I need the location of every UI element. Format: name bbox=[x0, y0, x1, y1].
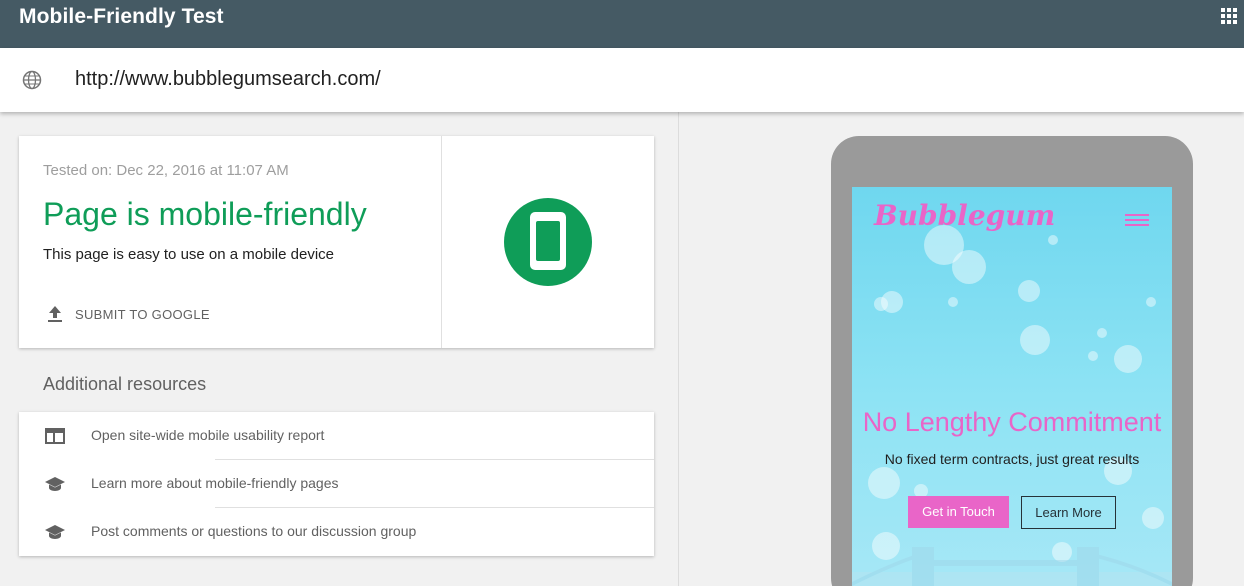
url-input[interactable]: http://www.bubblegumsearch.com/ bbox=[75, 68, 381, 91]
resources-list: Open site-wide mobile usability report L… bbox=[19, 412, 654, 556]
card-divider bbox=[441, 136, 442, 348]
school-icon bbox=[45, 477, 65, 491]
page-screenshot: Bubblegum No Lengthy Commitment No fixed… bbox=[852, 187, 1172, 586]
url-bar: http://www.bubblegumsearch.com/ bbox=[0, 48, 1244, 112]
get-in-touch-button[interactable]: Get in Touch bbox=[908, 496, 1009, 528]
list-item[interactable]: Learn more about mobile-friendly pages bbox=[19, 460, 654, 508]
apps-grid-icon[interactable] bbox=[1221, 8, 1237, 24]
learn-more-button[interactable]: Learn More bbox=[1021, 496, 1116, 529]
school-icon bbox=[45, 525, 65, 539]
submit-label: SUBMIT TO GOOGLE bbox=[75, 306, 210, 322]
app-title: Mobile-Friendly Test bbox=[19, 5, 224, 28]
smartphone-icon bbox=[504, 198, 592, 286]
hero-title: No Lengthy Commitment bbox=[862, 407, 1162, 437]
list-item[interactable]: Post comments or questions to our discus… bbox=[19, 508, 654, 556]
result-card: Tested on: Dec 22, 2016 at 11:07 AM Page… bbox=[19, 136, 654, 348]
submit-to-google-button[interactable]: SUBMIT TO GOOGLE bbox=[43, 302, 210, 326]
top-app-bar: Mobile-Friendly Test bbox=[0, 0, 1244, 48]
tested-on-timestamp: Tested on: Dec 22, 2016 at 11:07 AM bbox=[43, 162, 289, 179]
verdict-heading: Page is mobile-friendly bbox=[43, 196, 367, 232]
menu-icon[interactable] bbox=[1125, 214, 1149, 226]
resources-title: Additional resources bbox=[43, 374, 207, 394]
list-item[interactable]: Open site-wide mobile usability report bbox=[19, 412, 654, 460]
verdict-description: This page is easy to use on a mobile dev… bbox=[43, 246, 334, 263]
site-logo: Bubblegum bbox=[874, 199, 1056, 232]
list-item-label: Learn more about mobile-friendly pages bbox=[91, 475, 339, 491]
list-item-label: Open site-wide mobile usability report bbox=[91, 427, 325, 443]
list-item-label: Post comments or questions to our discus… bbox=[91, 523, 417, 539]
hero-subtitle: No fixed term contracts, just great resu… bbox=[884, 451, 1140, 467]
upload-icon bbox=[48, 306, 62, 322]
globe-icon bbox=[22, 70, 42, 90]
web-layout-icon bbox=[45, 428, 65, 444]
results-pane: Tested on: Dec 22, 2016 at 11:07 AM Page… bbox=[0, 112, 678, 586]
bridge-skyline-graphic bbox=[852, 547, 1172, 586]
